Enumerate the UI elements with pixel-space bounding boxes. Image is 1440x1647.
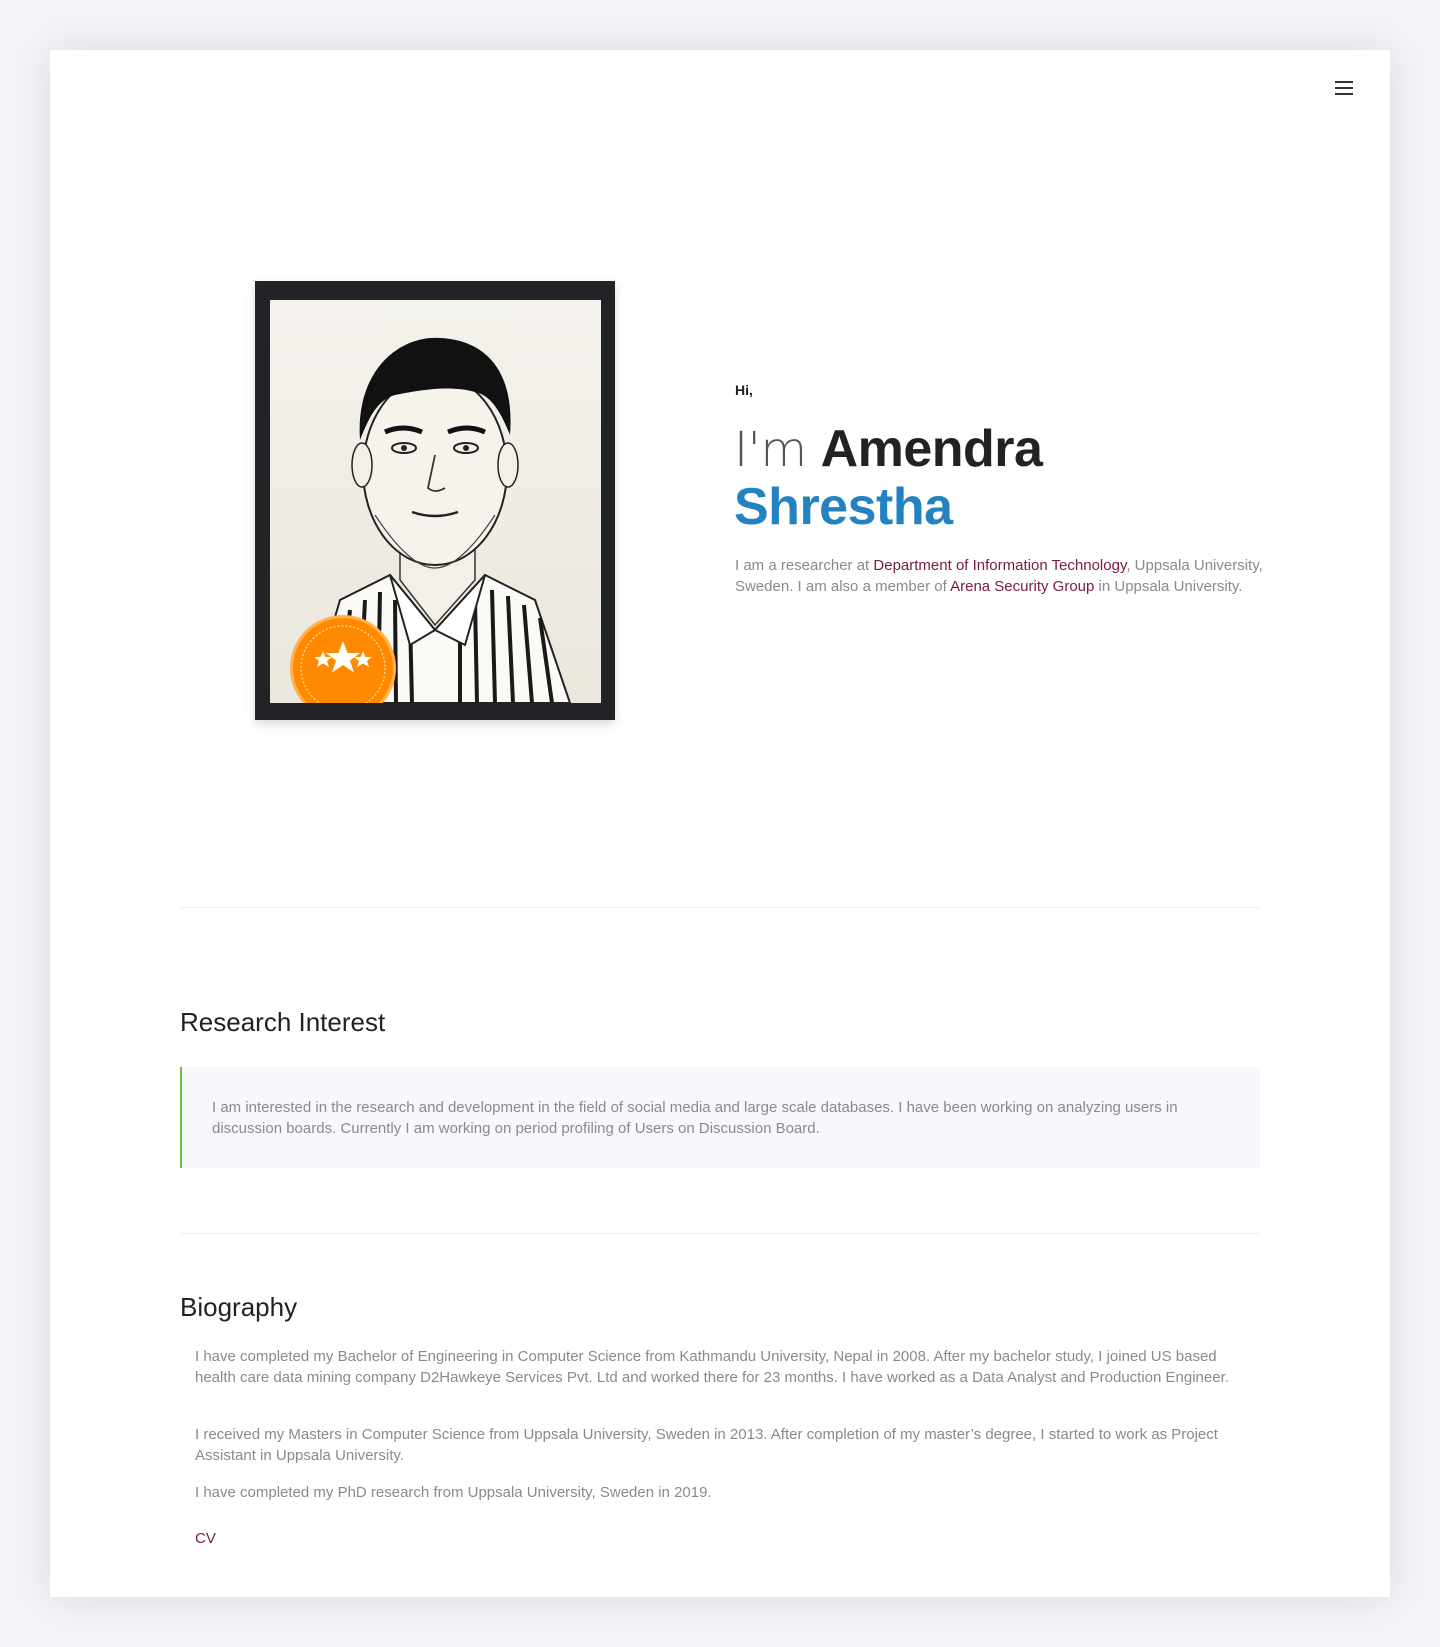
cv-link[interactable]: CV [195, 1530, 216, 1547]
first-name: Amendra [820, 420, 1043, 478]
biography-title: Biography [180, 1292, 298, 1322]
research-interest-title: Research Interest [180, 1007, 386, 1037]
hamburger-menu-icon[interactable] [1331, 75, 1357, 101]
portrait-frame [255, 281, 615, 720]
intro-prefix: I am a researcher at [735, 557, 874, 574]
intro-paragraph: I am a researcher at Department of Infor… [735, 555, 1275, 597]
three-stars-badge-icon [289, 614, 397, 703]
section-divider [180, 1233, 1260, 1234]
im-text: I'm [734, 422, 807, 478]
portrait-photo [270, 300, 601, 703]
intro-suffix: in Uppsala University. [1094, 578, 1243, 595]
biography-paragraph: I have completed my PhD research from Up… [195, 1484, 712, 1501]
page-card: Hi, I'm Amendra Shrestha I am a research… [50, 50, 1390, 1597]
arena-security-group-link[interactable]: Arena Security Group [950, 578, 1094, 595]
last-name: Shrestha [734, 478, 953, 536]
research-interest-quote: I am interested in the research and deve… [180, 1067, 1260, 1168]
biography-paragraph: I have completed my Bachelor of Engineer… [195, 1348, 1229, 1386]
greeting: Hi, [735, 382, 753, 398]
biography-paragraph: I received my Masters in Computer Scienc… [195, 1426, 1218, 1464]
name-heading: I'm Amendra [734, 418, 1043, 481]
section-divider [180, 907, 1260, 908]
department-link[interactable]: Department of Information Technology [873, 557, 1126, 574]
